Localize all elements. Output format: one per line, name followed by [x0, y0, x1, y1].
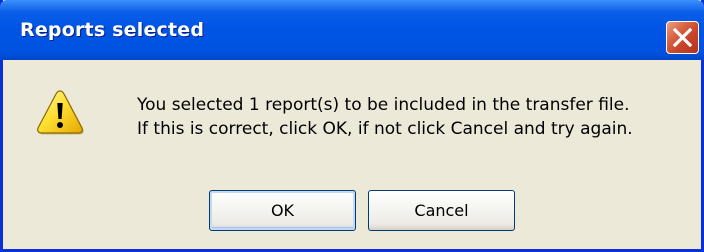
title-bar[interactable]: Reports selected [0, 0, 704, 60]
cancel-button[interactable]: Cancel [368, 190, 515, 231]
window-title: Reports selected [20, 19, 205, 41]
message-line-1: You selected 1 report(s) to be included … [137, 95, 630, 115]
close-button[interactable] [666, 21, 699, 54]
dialog-body: You selected 1 report(s) to be included … [3, 60, 701, 249]
message-line-2: If this is correct, click OK, if not cli… [137, 119, 633, 139]
dialog-window: Reports selected You selected 1 report(s… [0, 0, 704, 252]
warning-icon [37, 90, 84, 135]
ok-button[interactable]: OK [209, 190, 356, 231]
close-icon [672, 27, 693, 48]
